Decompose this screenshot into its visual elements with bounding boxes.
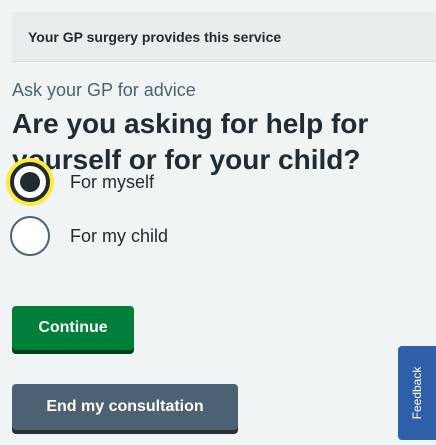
radio-option-child[interactable]: For my child [10,214,310,258]
question-caption: Ask your GP for advice [12,80,196,100]
continue-button[interactable]: Continue [12,306,134,350]
radio-button-myself[interactable] [10,162,50,202]
feedback-label: Feedback [410,366,424,420]
radio-label-child[interactable]: For my child [70,226,168,247]
end-consultation-button[interactable]: End my consultation [12,384,238,430]
radio-label-myself[interactable]: For myself [70,172,154,193]
service-banner: Your GP surgery provides this service [12,12,436,62]
radio-option-myself[interactable]: For myself [10,160,310,204]
feedback-tab[interactable]: Feedback [398,346,436,440]
service-banner-text: Your GP surgery provides this service [28,29,282,45]
radio-button-child[interactable] [10,216,50,256]
